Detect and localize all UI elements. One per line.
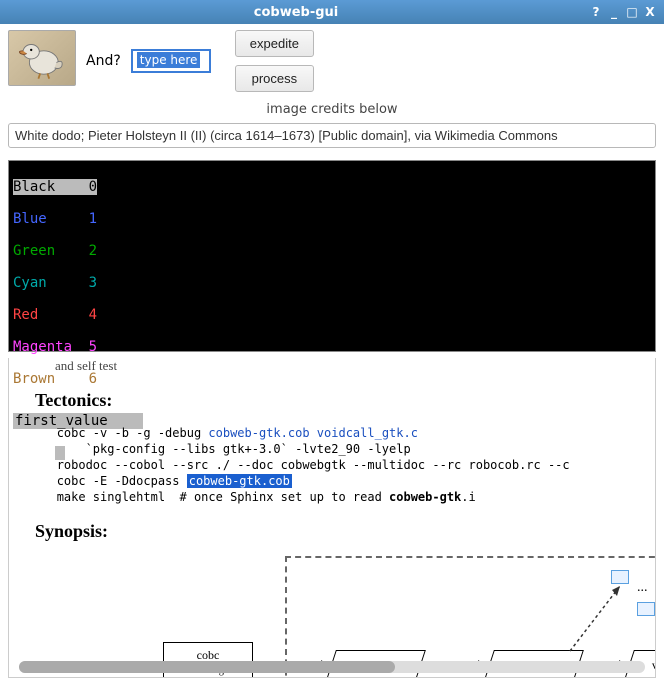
and-label: And? — [86, 53, 121, 69]
term-row: Green — [13, 243, 85, 259]
term-row: Red — [13, 307, 85, 323]
tectonics-heading: Tectonics: — [35, 390, 655, 411]
credits-label: image credits below — [8, 102, 656, 117]
maximize-icon[interactable]: □ — [624, 4, 640, 20]
expedite-button[interactable]: expedite — [235, 30, 314, 57]
placeholder-text: type here — [137, 52, 201, 68]
horizontal-scrollbar[interactable] — [19, 661, 645, 673]
window-title: cobweb-gui — [6, 5, 586, 20]
diagram: ... cobccobweb-gtk window box vte — [35, 556, 655, 678]
synopsis-heading: Synopsis: — [35, 521, 655, 542]
term-row: Magenta — [13, 339, 85, 355]
process-button[interactable]: process — [235, 65, 314, 92]
term-row: Blue — [13, 211, 85, 227]
scrollbar-thumb[interactable] — [19, 661, 395, 673]
term-row: Cyan — [13, 275, 85, 291]
titlebar: cobweb-gui ? _ □ X — [0, 0, 664, 24]
type-here-input[interactable]: type here — [131, 49, 211, 73]
credits-text-input[interactable] — [8, 123, 656, 148]
help-icon[interactable]: ? — [588, 4, 604, 20]
term-row: Black — [13, 179, 85, 195]
dodo-image — [8, 30, 76, 86]
diagram-port-icon — [637, 602, 655, 616]
terminal[interactable]: Black0 Blue1 Green2 Cyan3 Red4 Magenta5 … — [8, 160, 656, 352]
cut-text: and self test — [55, 358, 655, 374]
minimize-icon[interactable]: _ — [606, 4, 622, 20]
doc-viewer[interactable]: and self test Tectonics: cobc -v -b -g -… — [8, 358, 656, 678]
close-icon[interactable]: X — [642, 4, 658, 20]
tectonics-code: cobc -v -b -g -debug cobweb-gtk.cob void… — [35, 425, 655, 505]
diagram-dots: ... — [637, 580, 648, 596]
